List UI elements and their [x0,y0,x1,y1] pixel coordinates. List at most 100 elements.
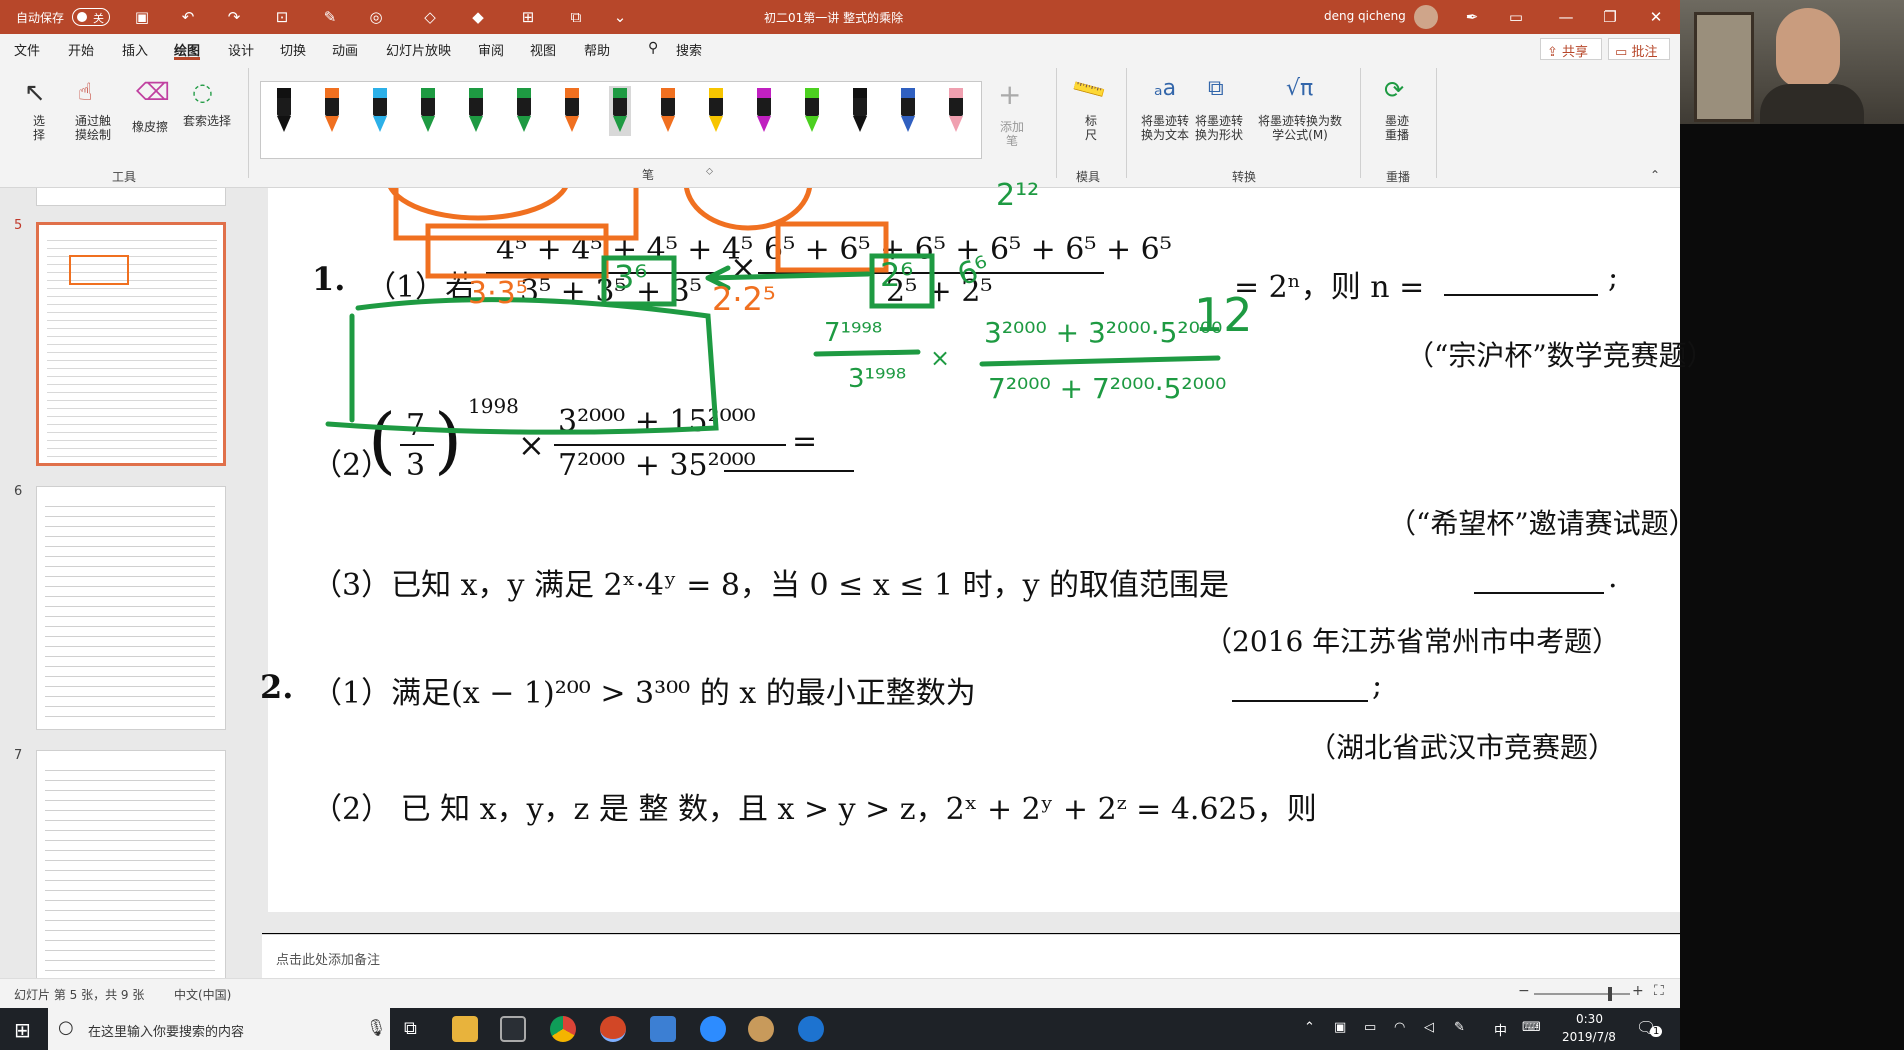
ink-to-text-icon[interactable]: ₐa [1154,76,1176,101]
slide-thumbnail-prev[interactable] [36,188,226,206]
pen-14[interactable] [897,86,919,136]
ink-to-text-label[interactable]: 将墨迹转 换为文本 [1138,114,1192,142]
tab-view[interactable]: 视图 [530,40,556,60]
user-name[interactable]: deng qicheng [1324,9,1406,23]
ink-replay-icon[interactable]: ⟳ [1384,76,1404,104]
align-icon[interactable]: ⊞ [518,7,538,27]
pen-2[interactable] [321,86,343,136]
shape-outline-icon[interactable]: ◇ [420,7,440,27]
store-icon[interactable] [650,1016,676,1042]
pen-6[interactable] [513,86,535,136]
zoom-in-icon[interactable]: + [1632,983,1644,999]
slide-thumbnail-6[interactable] [36,486,226,730]
pen-3[interactable] [369,86,391,136]
ruler-label[interactable]: 标 尺 [1076,114,1106,142]
ink-to-math-icon[interactable]: √π [1286,76,1313,101]
redo-icon[interactable]: ↷ [224,7,244,27]
ink-to-shape-label[interactable]: 将墨迹转 换为形状 [1192,114,1246,142]
arrange-icon[interactable]: ⧉ [566,7,586,27]
lasso-icon[interactable]: ◌ [192,78,222,108]
pen-tool-icon[interactable]: ✎ [320,7,340,27]
ink-replay-label[interactable]: 墨迹 重播 [1380,114,1414,142]
ruler-icon[interactable]: 📏 [1069,70,1109,109]
powerpoint-icon[interactable] [600,1016,626,1042]
pens-dialog-icon[interactable]: ⬦ [706,166,713,177]
taskbar-search[interactable]: ○ 在这里输入你要搜索的内容 🎙 [48,1008,390,1050]
share-button[interactable]: ⇪ 共享 [1540,38,1602,60]
search-icon[interactable]: ⚲ [648,40,658,60]
zoom-slider[interactable] [1534,993,1630,995]
tab-insert[interactable]: 插入 [122,40,148,60]
pen-12[interactable] [801,86,823,136]
volume-icon[interactable]: ◁ [1424,1020,1434,1035]
zoom-out-icon[interactable]: − [1518,983,1530,999]
ink-to-math-label[interactable]: 将墨迹转换为数 学公式(M) [1254,114,1346,142]
app-icon[interactable] [748,1016,774,1042]
pen-9[interactable] [657,86,679,136]
restore-icon[interactable]: ❐ [1600,7,1620,27]
task-view-icon[interactable]: ⧉ [404,1018,417,1039]
undo-icon[interactable]: ↶ [178,7,198,27]
touch-draw-label[interactable]: 通过触 摸绘制 [68,114,118,142]
customize-qat-icon[interactable]: ⌄ [610,7,630,27]
pen-5[interactable] [465,86,487,136]
autosave-toggle[interactable]: 关 [72,8,110,26]
shapes-icon[interactable]: ◎ [366,7,386,27]
microphone-icon[interactable]: 🎙 [366,1018,386,1037]
pen-15[interactable] [945,86,967,136]
tab-review[interactable]: 审阅 [478,40,504,60]
eraser-label[interactable]: 橡皮擦 [124,120,176,134]
pen-icon[interactable]: ✒ [1462,7,1482,27]
tab-help[interactable]: 帮助 [584,40,610,60]
tray-network-icon[interactable]: ▣ [1334,1020,1346,1035]
slide-thumbnail-5[interactable] [36,222,226,466]
clock-time[interactable]: 0:30 [1576,1012,1603,1026]
pen-8[interactable] [609,86,631,136]
ribbon-display-icon[interactable]: ▭ [1506,7,1526,27]
fit-slide-icon[interactable]: ⛶ [1654,983,1664,999]
slide-canvas[interactable]: 1. （1）若 4⁵ + 4⁵ + 4⁵ + 4⁵ 3⁵ + 3⁵ + 3⁵ ×… [260,178,1715,912]
lasso-label[interactable]: 套索选择 [180,114,234,128]
snip-icon[interactable] [500,1016,526,1042]
zoom-app-icon[interactable] [700,1016,726,1042]
tab-home[interactable]: 开始 [68,40,94,60]
chrome-icon[interactable] [550,1016,576,1042]
language[interactable]: 中文(中国) [174,986,231,1003]
wifi-icon[interactable]: ◠ [1394,1020,1405,1035]
present-icon[interactable]: ⊡ [272,7,292,27]
pen-workspace-icon[interactable]: ✎ [1454,1020,1465,1035]
tab-file[interactable]: 文件 [14,40,40,60]
file-explorer-icon[interactable] [452,1016,478,1042]
keyboard-icon[interactable]: ⌨ [1522,1020,1541,1035]
pen-4[interactable] [417,86,439,136]
select-cursor-icon[interactable]: ↖ [24,78,54,108]
tab-animations[interactable]: 动画 [332,40,358,60]
pen-10[interactable] [705,86,727,136]
tab-draw[interactable]: 绘图 [174,40,201,60]
collapse-ribbon-icon[interactable]: ⌃ [1650,168,1660,182]
comments-button[interactable]: ▭ 批注 [1608,38,1670,60]
ime-indicator[interactable]: 中 [1494,1020,1507,1039]
add-pen-icon[interactable]: + [998,78,1021,111]
eraser-icon[interactable]: ⌫ [136,78,170,108]
shape-fill-icon[interactable]: ◆ [468,7,488,27]
tab-slideshow[interactable]: 幻灯片放映 [386,40,451,60]
add-pen-label[interactable]: 添加 笔 [992,120,1032,148]
ink-to-shape-icon[interactable]: ⧉ [1208,76,1224,101]
notes-pane[interactable]: 点击此处添加备注 [262,934,1680,978]
search-label[interactable]: 搜索 [676,40,702,60]
save-icon[interactable]: ▣ [132,7,152,27]
clock-date[interactable]: 2019/7/8 [1562,1030,1616,1044]
battery-icon[interactable]: ▭ [1364,1020,1376,1035]
pen-11[interactable] [753,86,775,136]
tray-expand-icon[interactable]: ⌃ [1304,1020,1315,1035]
close-icon[interactable]: ✕ [1646,7,1666,27]
avatar[interactable] [1414,5,1438,29]
tab-design[interactable]: 设计 [228,40,254,60]
pen-13[interactable] [849,86,871,136]
minimize-icon[interactable]: — [1556,7,1576,27]
tab-transitions[interactable]: 切换 [280,40,306,60]
pen-7[interactable] [561,86,583,136]
zoom-thumb[interactable] [1608,987,1612,1001]
pen-gallery[interactable] [260,81,982,159]
